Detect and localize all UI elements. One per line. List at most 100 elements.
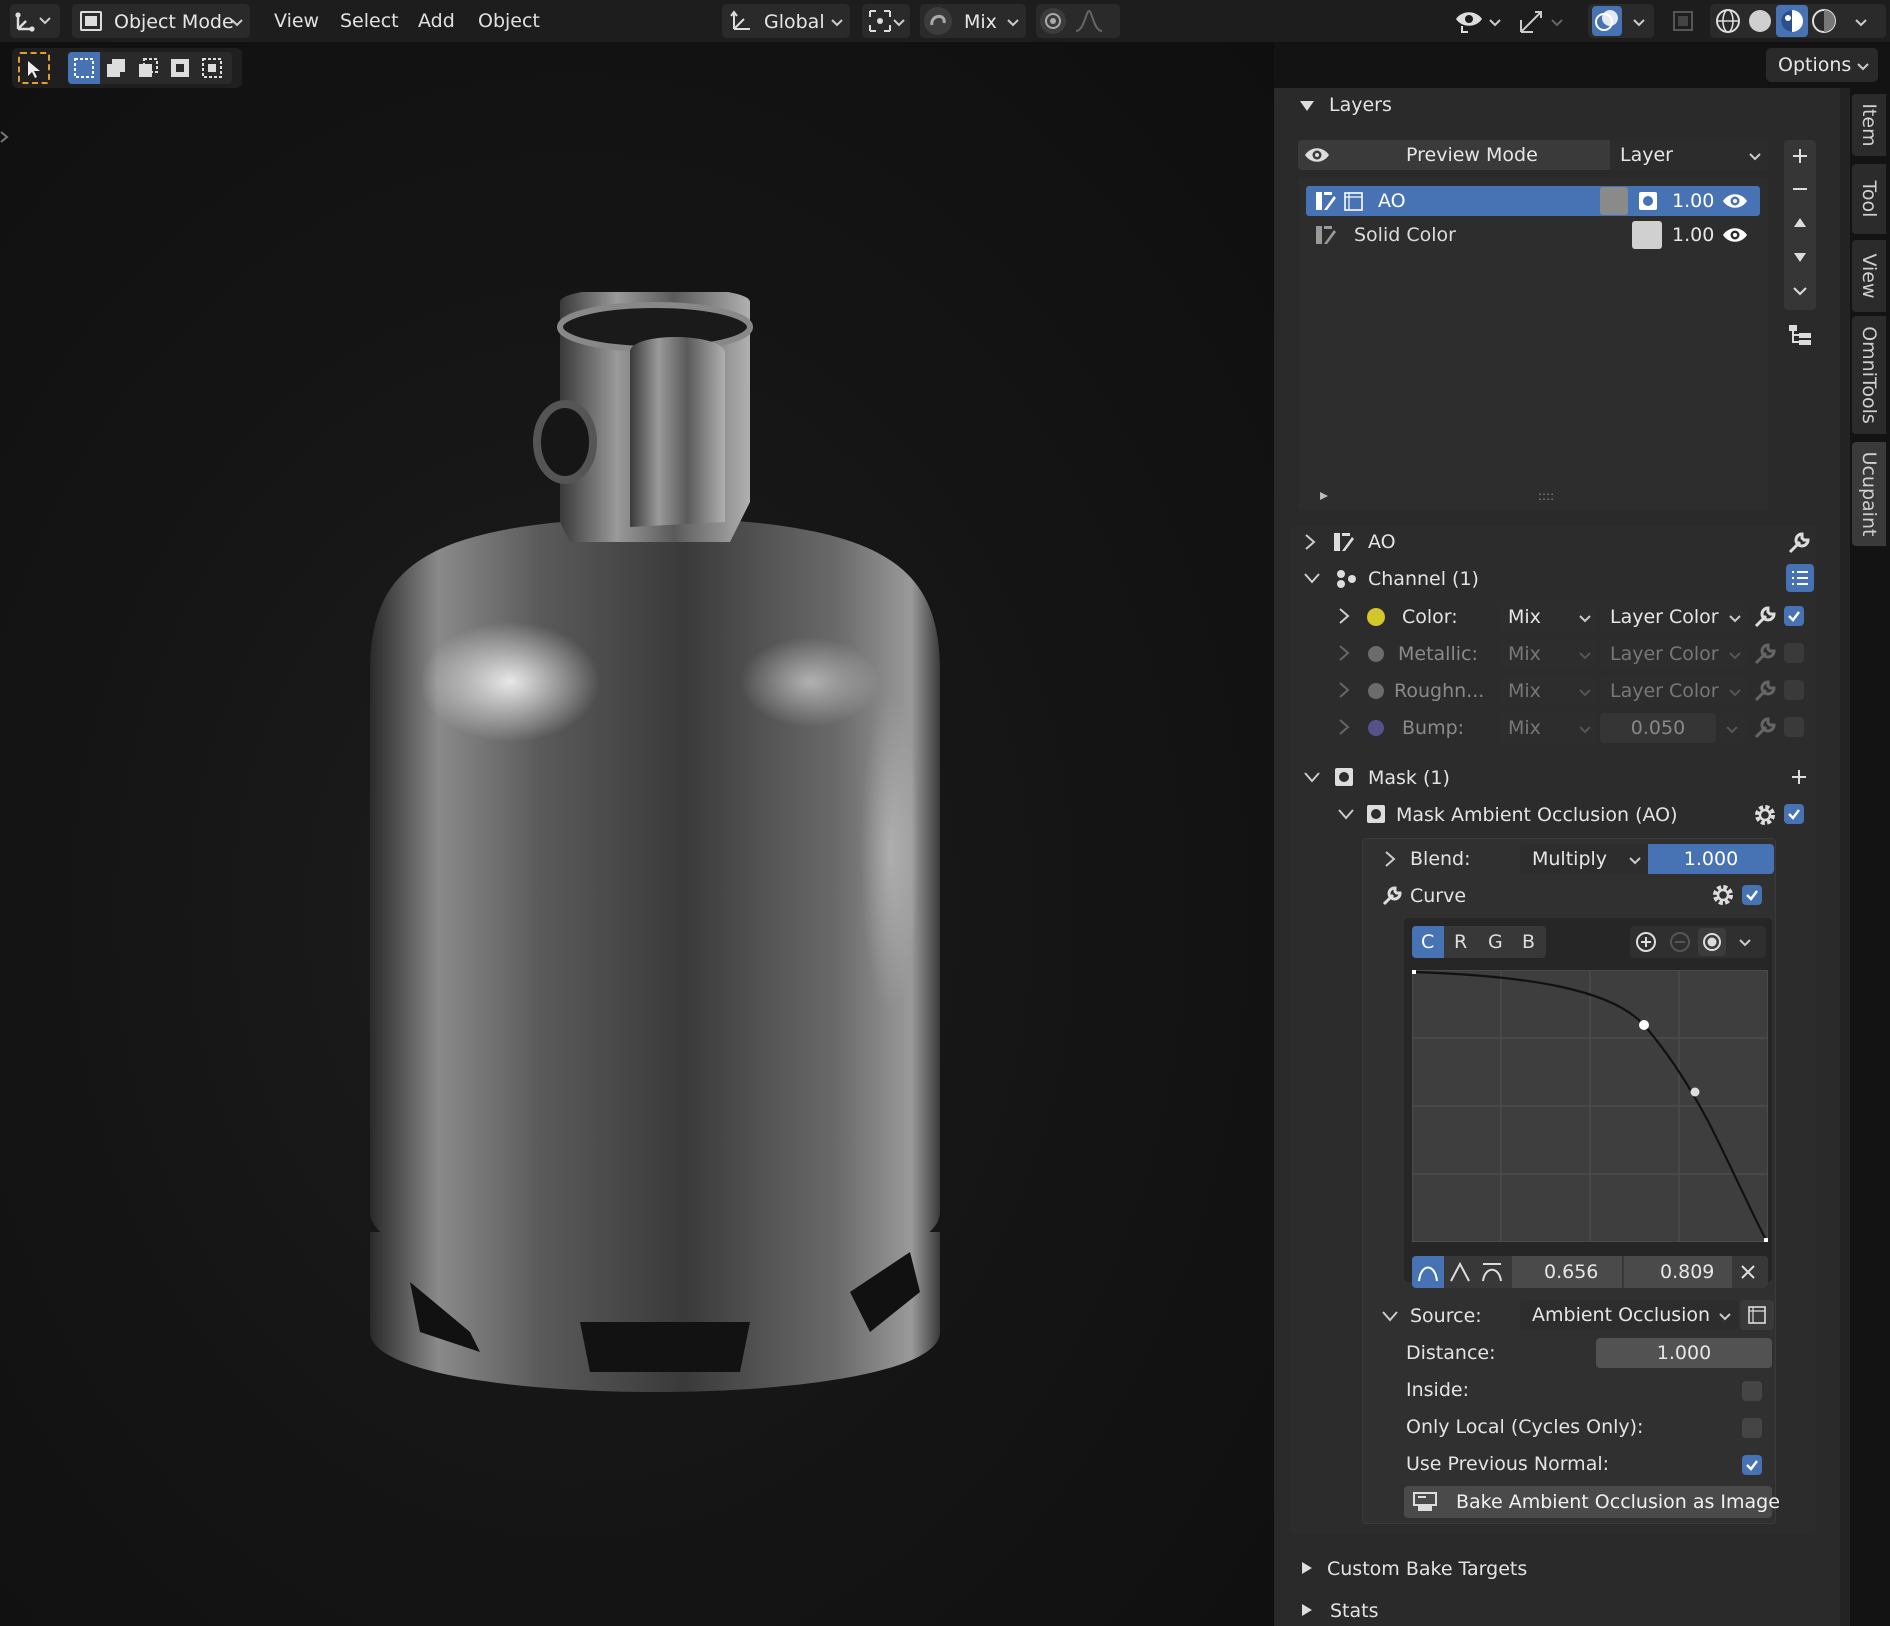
curve-graph[interactable] xyxy=(1412,970,1768,1242)
curve-tab-b[interactable]: B xyxy=(1522,933,1535,952)
layer-hierarchy-icon[interactable] xyxy=(1786,322,1814,348)
channel-blend-dropdown[interactable]: Mix xyxy=(1498,713,1598,743)
blend-value-slider[interactable]: 1.000 xyxy=(1648,844,1774,874)
tab-view[interactable]: View xyxy=(1852,240,1886,312)
blend-mode-dropdown[interactable]: Multiply xyxy=(1520,844,1648,874)
gear-icon[interactable] xyxy=(1710,882,1736,908)
options-dropdown[interactable]: Options xyxy=(1766,48,1878,82)
chevron-down-icon[interactable] xyxy=(1336,806,1356,822)
mask-enable-checkbox[interactable] xyxy=(1784,804,1804,824)
chevron-right-icon[interactable] xyxy=(1336,643,1352,663)
gas-cylinder-model[interactable] xyxy=(330,292,990,1452)
wrench-icon[interactable] xyxy=(1752,604,1778,630)
move-up-icon[interactable] xyxy=(1791,214,1809,232)
layer-color-swatch[interactable] xyxy=(1600,187,1628,215)
select-intersect-icon[interactable] xyxy=(200,56,224,80)
bump-distance-field[interactable]: 0.050 xyxy=(1600,713,1716,743)
chevron-down-icon[interactable] xyxy=(1302,769,1322,785)
select-subtract-icon[interactable] xyxy=(136,56,160,80)
rendered-shading-icon[interactable] xyxy=(1810,7,1838,35)
preview-layer-dropdown[interactable]: Layer xyxy=(1610,140,1768,170)
shading-mode-group[interactable] xyxy=(1710,4,1886,38)
chevron-right-icon[interactable] xyxy=(1302,532,1318,552)
overlays-toggle[interactable] xyxy=(1592,6,1622,36)
wireframe-shading-icon[interactable] xyxy=(1714,7,1742,35)
select-tool-button[interactable] xyxy=(18,52,50,84)
chevron-right-icon[interactable] xyxy=(1382,849,1398,869)
tab-ucupaint[interactable]: Ucupaint xyxy=(1852,442,1886,546)
layer-opacity[interactable]: 1.00 xyxy=(1672,226,1714,245)
source-dropdown[interactable]: Ambient Occlusion xyxy=(1520,1300,1738,1330)
channel-list-toggle[interactable] xyxy=(1786,564,1814,592)
expand-triangle-icon[interactable] xyxy=(1300,1560,1314,1576)
layers-list[interactable]: AO 1.00 Solid Color 1.00 :::: xyxy=(1298,178,1768,510)
distance-field[interactable]: 1.000 xyxy=(1596,1338,1772,1368)
editor-type-button[interactable] xyxy=(10,4,60,38)
material-preview-toggle[interactable] xyxy=(1776,5,1808,37)
menu-object[interactable]: Object xyxy=(472,8,546,34)
zoom-in-icon[interactable] xyxy=(1634,930,1658,954)
tab-tool[interactable]: Tool xyxy=(1852,164,1886,234)
menu-view[interactable]: View xyxy=(268,8,325,34)
wrench-icon[interactable] xyxy=(1752,678,1778,704)
list-resize-grip[interactable]: :::: xyxy=(1538,490,1554,502)
channel-source-dropdown[interactable]: Layer Color xyxy=(1600,602,1746,632)
channel-enable-checkbox[interactable] xyxy=(1784,680,1804,700)
eye-icon[interactable] xyxy=(1722,225,1748,245)
visibility-dropdown[interactable] xyxy=(1452,4,1508,38)
object-mode-dropdown[interactable]: Object Mode xyxy=(72,4,250,38)
bake-ao-button[interactable]: Bake Ambient Occlusion as Image xyxy=(1404,1486,1780,1518)
channel-enable-checkbox[interactable] xyxy=(1784,606,1804,626)
inside-checkbox[interactable] xyxy=(1742,1381,1762,1401)
chevron-down-icon[interactable] xyxy=(1738,935,1752,949)
collapse-triangle-icon[interactable] xyxy=(1298,97,1316,115)
channel-blend-dropdown[interactable]: Mix xyxy=(1498,602,1598,632)
tab-item[interactable]: Item xyxy=(1852,94,1886,156)
channel-source-dropdown[interactable]: Layer Color xyxy=(1600,676,1746,706)
menu-select[interactable]: Select xyxy=(334,8,405,34)
overlays-dropdown[interactable] xyxy=(1588,4,1654,38)
menu-add[interactable]: Add xyxy=(412,8,461,34)
proportional-editing-group[interactable] xyxy=(1036,4,1120,38)
chevron-right-icon[interactable] xyxy=(1336,606,1352,626)
custom-bake-targets-header[interactable]: Custom Bake Targets xyxy=(1327,1560,1527,1579)
add-mask-icon[interactable] xyxy=(1790,768,1808,786)
expand-triangle-icon[interactable] xyxy=(1300,1602,1314,1618)
list-expand-icon[interactable] xyxy=(1318,490,1330,502)
layer-opacity[interactable]: 1.00 xyxy=(1672,192,1714,211)
curve-tab-r[interactable]: R xyxy=(1454,933,1467,952)
chevron-down-icon[interactable] xyxy=(1302,570,1322,586)
source-options-button[interactable] xyxy=(1740,1300,1774,1330)
zoom-out-icon[interactable] xyxy=(1668,930,1692,954)
pivot-point-dropdown[interactable] xyxy=(862,4,910,38)
curve-enable-checkbox[interactable] xyxy=(1742,885,1762,905)
wrench-icon[interactable] xyxy=(1752,641,1778,667)
tab-omnitools[interactable]: OmniTools xyxy=(1852,316,1886,434)
curve-tab-g[interactable]: G xyxy=(1488,933,1503,952)
only-local-checkbox[interactable] xyxy=(1742,1418,1762,1438)
channel-blend-dropdown[interactable]: Mix xyxy=(1498,676,1598,706)
wrench-icon[interactable] xyxy=(1786,530,1812,556)
channel-blend-dropdown[interactable]: Mix xyxy=(1498,639,1598,669)
eye-icon[interactable] xyxy=(1722,191,1748,211)
gear-icon[interactable] xyxy=(1752,802,1778,828)
channel-enable-checkbox[interactable] xyxy=(1784,643,1804,663)
chevron-down-icon[interactable] xyxy=(1380,1308,1400,1324)
use-previous-normal-checkbox[interactable] xyxy=(1742,1455,1762,1475)
selection-mode-group[interactable] xyxy=(68,52,232,84)
select-invert-icon[interactable] xyxy=(168,56,192,80)
select-new-button[interactable] xyxy=(68,52,100,84)
auto-clamped-handle-icon[interactable] xyxy=(1480,1260,1504,1284)
gizmo-dropdown[interactable] xyxy=(1514,4,1570,38)
chevron-right-icon[interactable] xyxy=(1336,717,1352,737)
wrench-icon[interactable] xyxy=(1752,715,1778,741)
chevron-down-icon[interactable] xyxy=(1791,282,1809,300)
chevron-right-icon[interactable] xyxy=(1336,680,1352,700)
snap-group[interactable]: Mix xyxy=(920,4,1026,38)
curve-clipping-toggle[interactable] xyxy=(1698,928,1726,956)
solid-shading-icon[interactable] xyxy=(1746,7,1774,35)
channel-source-dropdown[interactable]: Layer Color xyxy=(1600,639,1746,669)
layer-row-ao[interactable]: AO 1.00 xyxy=(1306,186,1760,216)
curve-point-x-field[interactable]: 0.656 xyxy=(1512,1256,1622,1288)
delete-point-icon[interactable] xyxy=(1740,1264,1756,1280)
